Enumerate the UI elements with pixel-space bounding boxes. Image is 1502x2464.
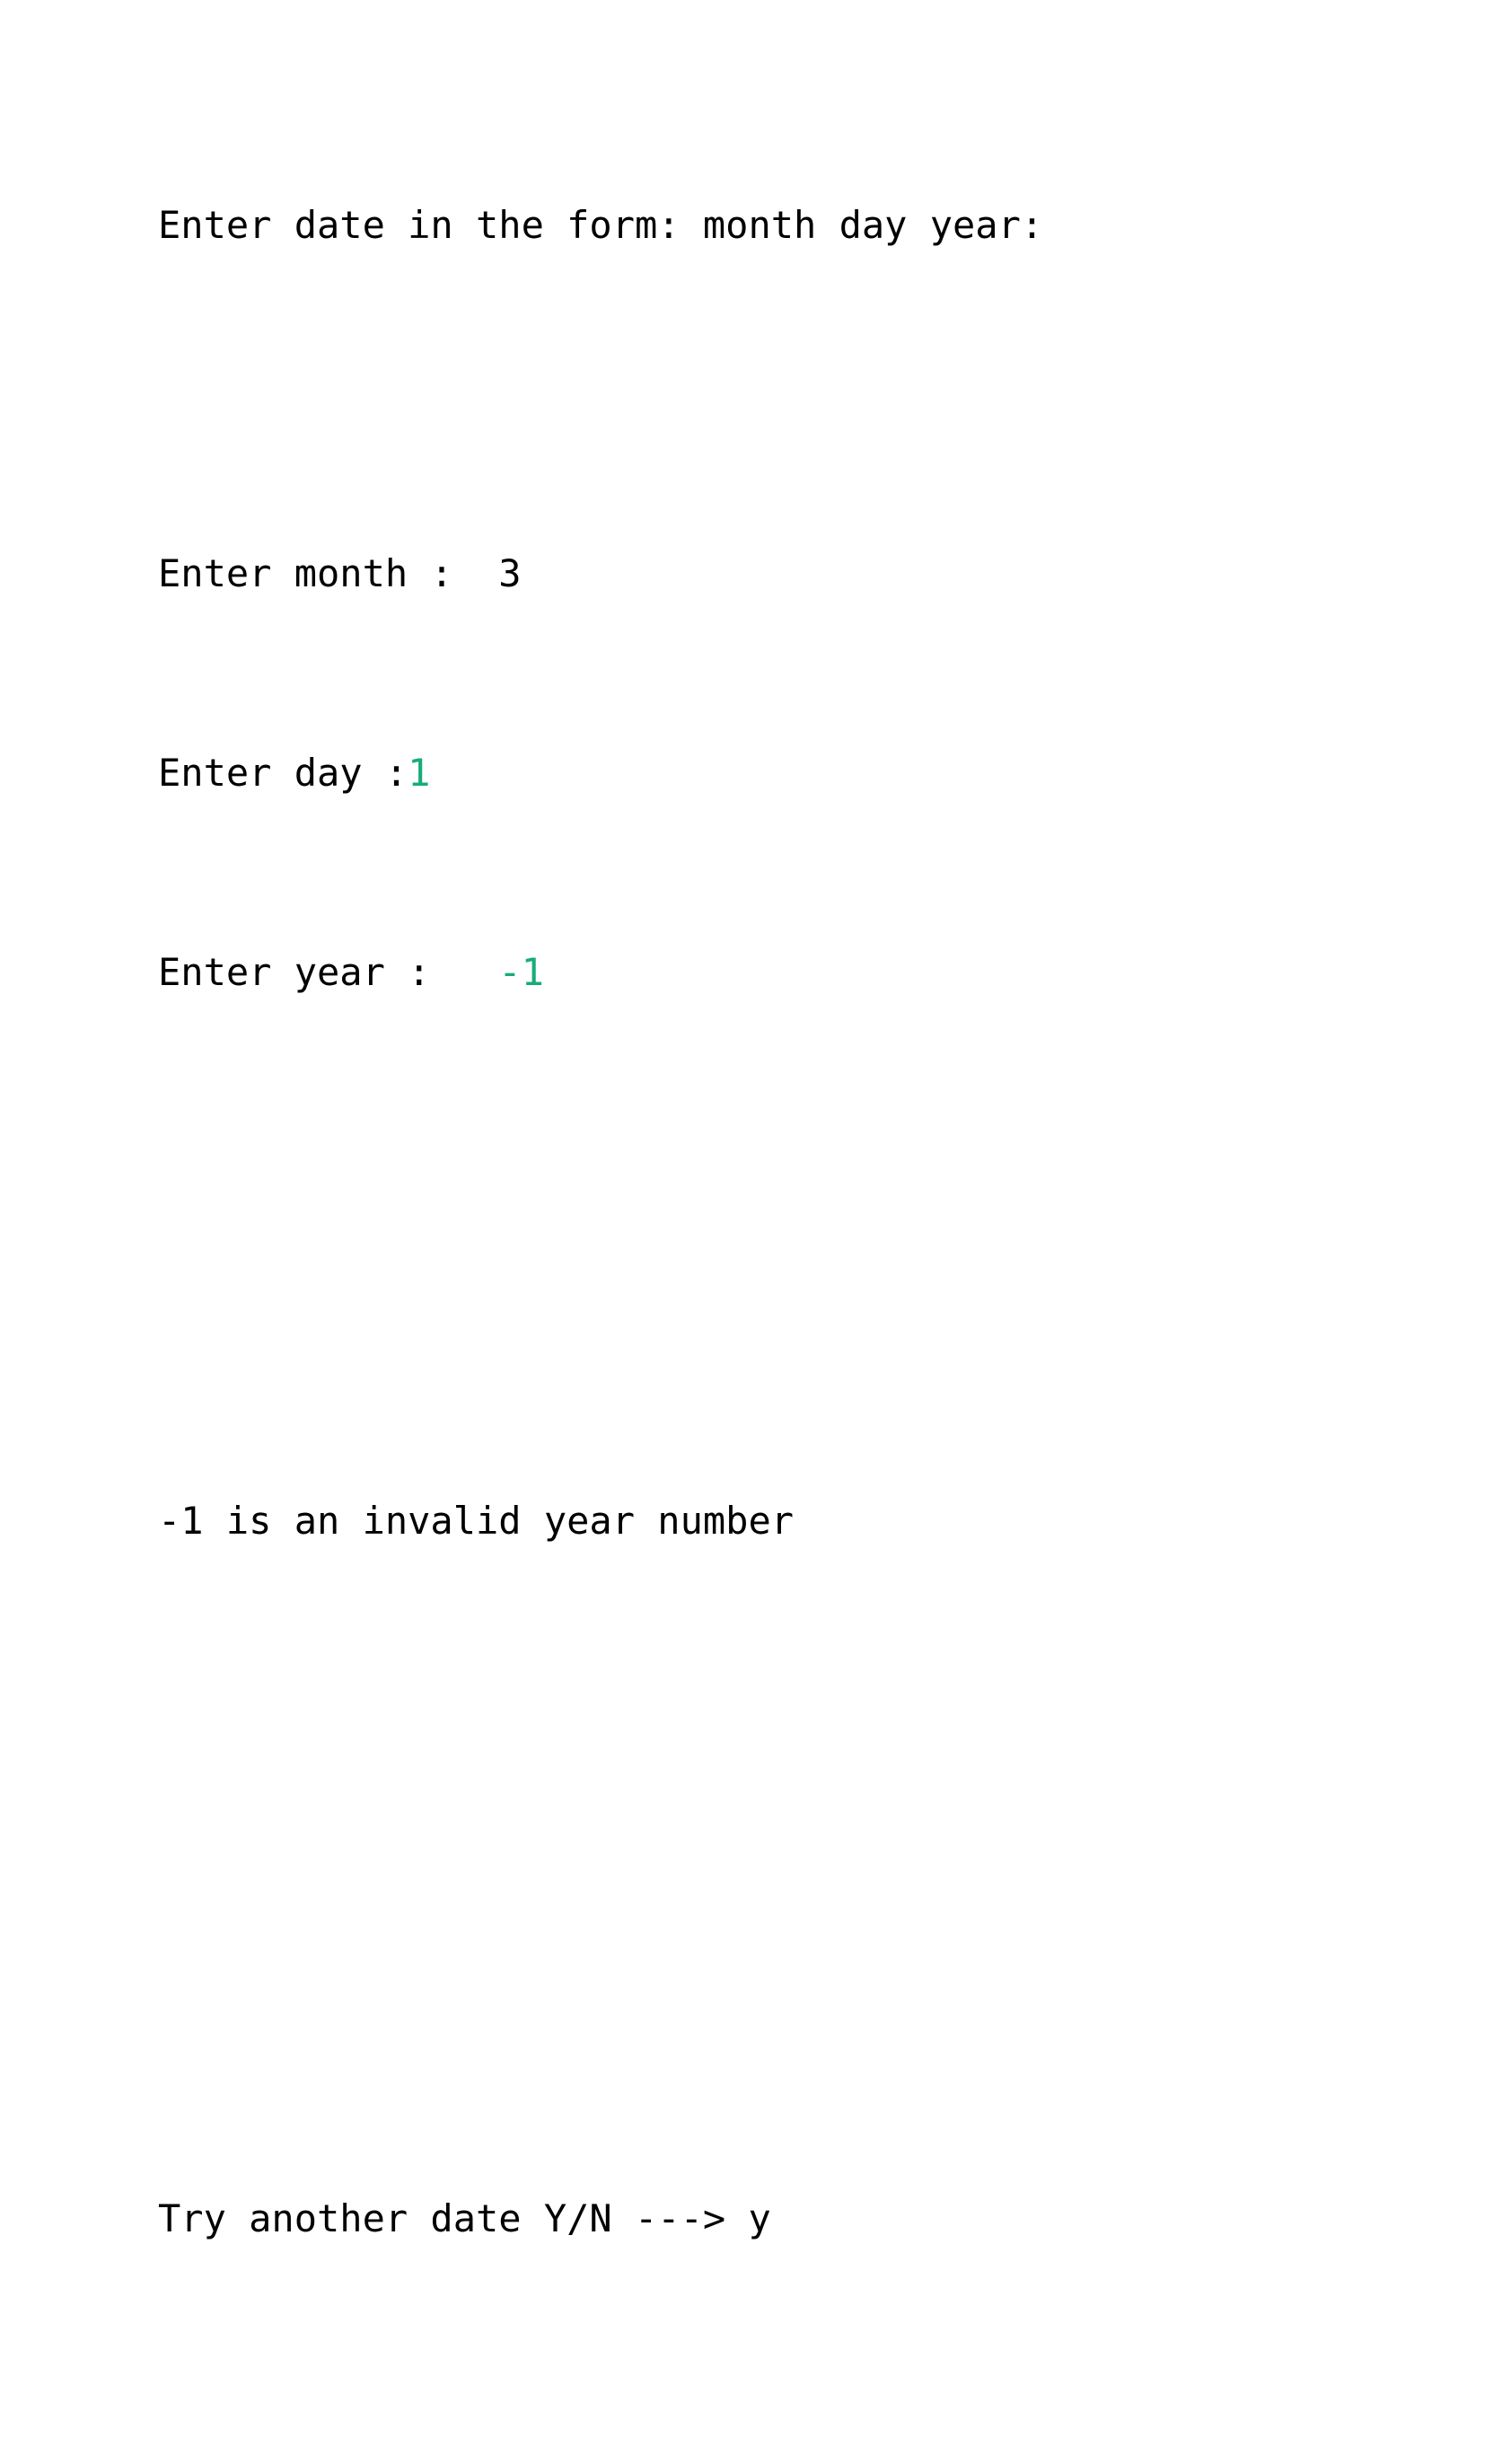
year-value: -1	[498, 950, 544, 994]
terminal-output: Enter date in the form: month day year: …	[158, 50, 1469, 2464]
retry-value: y	[748, 2196, 771, 2240]
month-prompt-label: Enter month :	[158, 551, 499, 595]
year-prompt-label: Enter year :	[158, 950, 499, 994]
month-value: 3	[498, 551, 522, 595]
day-prompt-label: Enter day :	[158, 751, 408, 795]
validation-message-1: -1 is an invalid year number	[158, 1496, 1469, 1546]
header-text: Enter date in the form: month day year:	[158, 202, 1044, 247]
day-line-1: Enter day :1	[158, 748, 1469, 798]
validation-message-text: -1 is an invalid year number	[158, 1498, 795, 1543]
prompt-header-1: Enter date in the form: month day year:	[158, 200, 1469, 251]
year-line-1: Enter year : -1	[158, 947, 1469, 998]
day-value: 1	[408, 751, 431, 795]
retry-line-1: Try another date Y/N ---> y	[158, 2194, 1469, 2244]
month-line-1: Enter month : 3	[158, 549, 1469, 599]
retry-prompt-label: Try another date Y/N --->	[158, 2196, 749, 2240]
